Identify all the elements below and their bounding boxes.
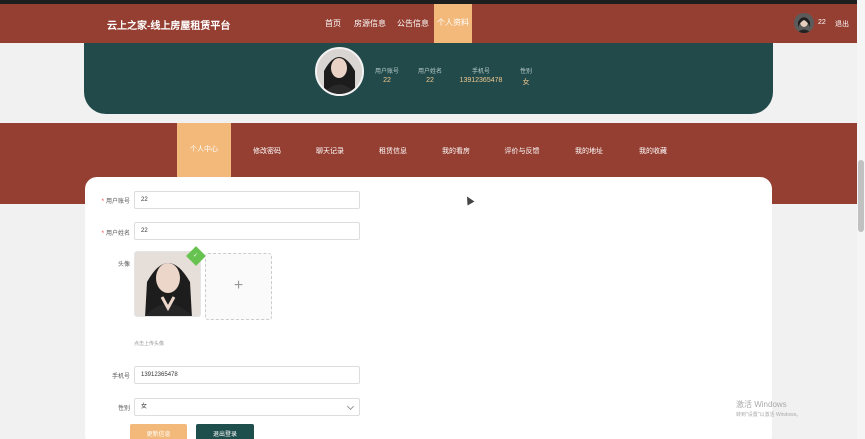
tab-rental-info[interactable]: 租赁信息	[363, 146, 423, 156]
tab-reviews-feedback[interactable]: 评价与反馈	[492, 146, 552, 156]
avatar-hint: 点击上传头像	[134, 341, 165, 347]
required-mark: *	[101, 199, 104, 205]
nav-listings[interactable]: 房源信息	[354, 18, 386, 29]
avatar-label: 头像	[117, 262, 130, 268]
tab-change-password[interactable]: 修改密码	[237, 146, 297, 156]
gender-label: 性别	[117, 406, 130, 412]
top-navbar: 云上之家-线上房屋租赁平台 首页 房源信息 公告信息 个人资料 22 退出	[0, 4, 865, 43]
gender-select[interactable]: 女	[134, 398, 360, 416]
update-info-button[interactable]: 更新信息	[130, 424, 187, 439]
tab-my-viewings[interactable]: 我的看房	[426, 146, 486, 156]
nav-profile[interactable]: 个人资料	[434, 4, 472, 43]
account-field[interactable]: 22	[134, 191, 360, 209]
profile-tabbar: 个人中心 修改密码 聊天记录 租赁信息 我的看房 评价与反馈 我的地址 我的收藏	[0, 123, 865, 177]
required-mark: *	[101, 231, 104, 237]
info-label-gender: 性别	[519, 69, 532, 75]
name-label-text: 用户姓名	[105, 231, 130, 237]
logout-link[interactable]: 退出	[835, 19, 849, 29]
avatar[interactable]	[794, 13, 814, 33]
nav-home[interactable]: 首页	[325, 18, 341, 29]
tab-my-address[interactable]: 我的地址	[559, 146, 619, 156]
avatar-upload-button[interactable]: +	[205, 253, 272, 320]
brand-title: 云上之家-线上房屋租赁平台	[107, 21, 231, 32]
nav-announcements[interactable]: 公告信息	[397, 18, 429, 29]
windows-activation-title: 激活 Windows	[736, 400, 787, 409]
logout-button[interactable]: 退出登录	[196, 424, 254, 439]
account-label-text: 用户账号	[105, 199, 130, 205]
tab-my-favorites[interactable]: 我的收藏	[623, 146, 683, 156]
tab-chat-history[interactable]: 聊天记录	[300, 146, 360, 156]
name-label: * 用户姓名	[70, 228, 130, 237]
phone-label: 手机号	[111, 374, 130, 380]
windows-activation-hint: 转到"设置"以激活 Windows。	[736, 412, 802, 418]
account-label: * 用户账号	[70, 196, 130, 205]
phone-field[interactable]: 13912365478	[134, 366, 360, 384]
tab-personal-center[interactable]: 个人中心	[177, 123, 231, 177]
info-value-gender: 女	[522, 79, 530, 86]
scrollbar-thumb[interactable]	[858, 160, 864, 232]
name-field[interactable]: 22	[134, 222, 360, 240]
username: 22	[818, 19, 826, 26]
check-icon: ✓	[193, 253, 199, 259]
